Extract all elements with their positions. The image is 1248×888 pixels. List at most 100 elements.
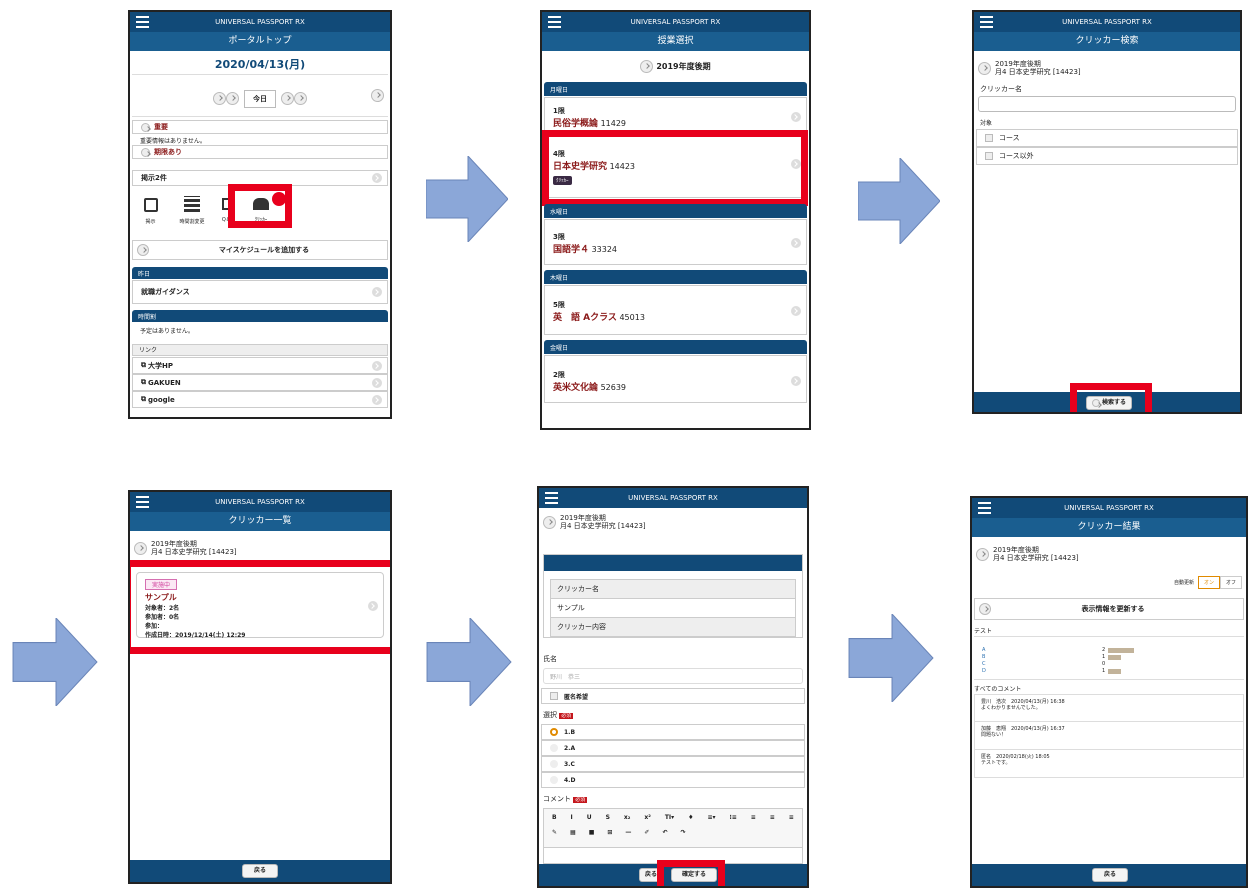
bulletin-shortcut[interactable]: 掲示: [138, 198, 163, 225]
link-univ-hp[interactable]: ⧉ 大学HP: [132, 357, 388, 374]
radio-selected-icon[interactable]: [550, 728, 558, 736]
option-1[interactable]: 1.B: [541, 724, 805, 740]
important-header[interactable]: 重要: [132, 120, 388, 134]
name-input[interactable]: 野川 恭三: [543, 668, 803, 684]
editor-tool-button[interactable]: ≡: [770, 814, 775, 821]
prev-week-button[interactable]: [212, 92, 226, 105]
result-bar: [1108, 648, 1134, 653]
radio-icon[interactable]: [550, 744, 558, 752]
plus-icon: [137, 244, 149, 256]
back-button[interactable]: 戻る: [242, 864, 278, 878]
editor-tool-button[interactable]: ▦: [570, 829, 576, 836]
editor-tool-button[interactable]: ≡: [789, 814, 794, 821]
option-2[interactable]: 2.A: [541, 740, 805, 756]
editor-tool-button[interactable]: x₂: [624, 814, 631, 821]
editor-tool-button[interactable]: I: [571, 814, 573, 821]
next-day-button[interactable]: [281, 92, 295, 105]
editor-tool-button[interactable]: U: [587, 814, 592, 821]
radio-icon[interactable]: [550, 760, 558, 768]
results-table: A2 B1 C0 D1: [974, 636, 1244, 680]
add-schedule-button[interactable]: マイスケジュールを追加する: [132, 240, 388, 260]
chevron-right-icon: [372, 394, 382, 405]
back-circle-icon[interactable]: [543, 515, 556, 529]
day-header: 水曜日: [544, 204, 807, 218]
checkbox[interactable]: [985, 134, 993, 142]
refresh-button[interactable]: 表示情報を更新する: [974, 598, 1244, 620]
collapse-icon: [141, 147, 150, 157]
clicker-name-label: クリッカー名: [980, 85, 1022, 93]
editor-tool-button[interactable]: ✐: [644, 829, 649, 836]
flow-arrow-icon: [848, 612, 934, 704]
editor-tool-button[interactable]: ⊞: [607, 829, 612, 836]
chevron-right-icon: [791, 376, 801, 386]
flow-arrow-icon: [857, 156, 941, 246]
editor-tool-button[interactable]: B: [552, 814, 557, 821]
editor-toolbar: B I U Sx₂ x² TI▾ ♦ ≡▾ ⁝≡ ≡ ≡ ≡ ✎ ▦ ■ ⊞ — ✐ ↶ ↷: [543, 808, 803, 848]
result-row: C0: [982, 661, 1106, 667]
menu-icon[interactable]: [545, 492, 558, 504]
editor-tool-button[interactable]: ✎: [552, 829, 557, 836]
editor-tool-button[interactable]: TI▾: [665, 814, 674, 821]
option-course[interactable]: コース: [976, 129, 1238, 147]
menu-icon[interactable]: [136, 496, 149, 508]
course-row[interactable]: 2限 英米文化論 52639: [544, 355, 807, 403]
menu-icon[interactable]: [136, 16, 149, 28]
editor-tool-button[interactable]: S: [606, 814, 610, 821]
today-button[interactable]: 今日: [244, 89, 276, 108]
course-row[interactable]: 3限 国語学４ 33324: [544, 219, 807, 265]
editor-tool-button[interactable]: ≡▾: [708, 814, 716, 821]
day-header: 月曜日: [544, 82, 807, 96]
screen-clicker-results: UNIVERSAL PASSPORT RX クリッカー結果 2019年度後期 月4…: [970, 496, 1248, 888]
refresh-button[interactable]: [371, 89, 384, 102]
clicker-name-input[interactable]: [978, 96, 1236, 112]
editor-tool-button[interactable]: ≡: [751, 814, 756, 821]
select-label: 選択 必須: [543, 711, 574, 719]
option-3[interactable]: 3.C: [541, 756, 805, 772]
editor-tool-button[interactable]: ↶: [662, 829, 667, 836]
toggle-on[interactable]: オン: [1197, 576, 1220, 589]
editor-tool-button[interactable]: ■: [589, 829, 595, 836]
prev-day-button[interactable]: [225, 92, 239, 105]
schedule-change-shortcut[interactable]: 時間割変更: [172, 196, 212, 225]
menu-icon[interactable]: [548, 16, 561, 28]
radio-icon[interactable]: [550, 776, 558, 784]
back-circle-icon[interactable]: [134, 541, 147, 555]
option-4[interactable]: 4.D: [541, 772, 805, 788]
all-comments-label: すべてのコメント: [974, 686, 1022, 693]
editor-tool-button[interactable]: ↷: [680, 829, 685, 836]
external-link-icon: ⧉: [141, 361, 146, 369]
option-non-course[interactable]: コース以外: [976, 147, 1238, 165]
back-circle-icon[interactable]: [978, 61, 991, 75]
editor-tool-button[interactable]: —: [625, 829, 631, 836]
today-item[interactable]: 就職ガイダンス: [132, 280, 388, 304]
term-icon[interactable]: [640, 60, 654, 73]
toggle-off[interactable]: オフ: [1219, 576, 1242, 589]
editor-tool-button[interactable]: ♦: [688, 814, 693, 821]
link-google[interactable]: ⧉ google: [132, 391, 388, 408]
term-display: 2019年度後期: [542, 60, 809, 73]
notice-header[interactable]: 期限あり: [132, 145, 388, 159]
menu-icon[interactable]: [980, 16, 993, 28]
checkbox[interactable]: [985, 152, 993, 160]
footer-bar: 戻る: [130, 860, 390, 882]
highlight-clicker-card: [130, 560, 390, 654]
day-header: 金曜日: [544, 340, 807, 354]
anonymous-option[interactable]: 匿名希望: [541, 688, 805, 704]
collapse-icon: [141, 122, 150, 132]
links-section-header: リンク: [132, 344, 388, 356]
screen-clicker-list: UNIVERSAL PASSPORT RX クリッカー一覧 2019年度後期 月4…: [128, 490, 392, 884]
editor-tool-button[interactable]: x²: [644, 814, 651, 821]
link-gakuen[interactable]: ⧉ GAKUEN: [132, 374, 388, 391]
timetable-text: 予定はありません。: [140, 328, 194, 335]
menu-icon[interactable]: [978, 502, 991, 514]
clicker-name-header: クリッカー名: [550, 579, 796, 599]
course-row[interactable]: 5限 英 語 Aクラス 45013: [544, 285, 807, 335]
checkbox[interactable]: [550, 692, 558, 700]
course-context: 2019年度後期 月4 日本史学研究 [14423]: [976, 542, 1242, 566]
back-circle-icon[interactable]: [976, 547, 989, 561]
result-bar: [1108, 655, 1121, 660]
back-button[interactable]: 戻る: [1092, 868, 1128, 882]
editor-tool-button[interactable]: ⁝≡: [730, 814, 737, 821]
next-week-button[interactable]: [294, 92, 308, 105]
page-title: ポータルトップ: [130, 32, 390, 51]
